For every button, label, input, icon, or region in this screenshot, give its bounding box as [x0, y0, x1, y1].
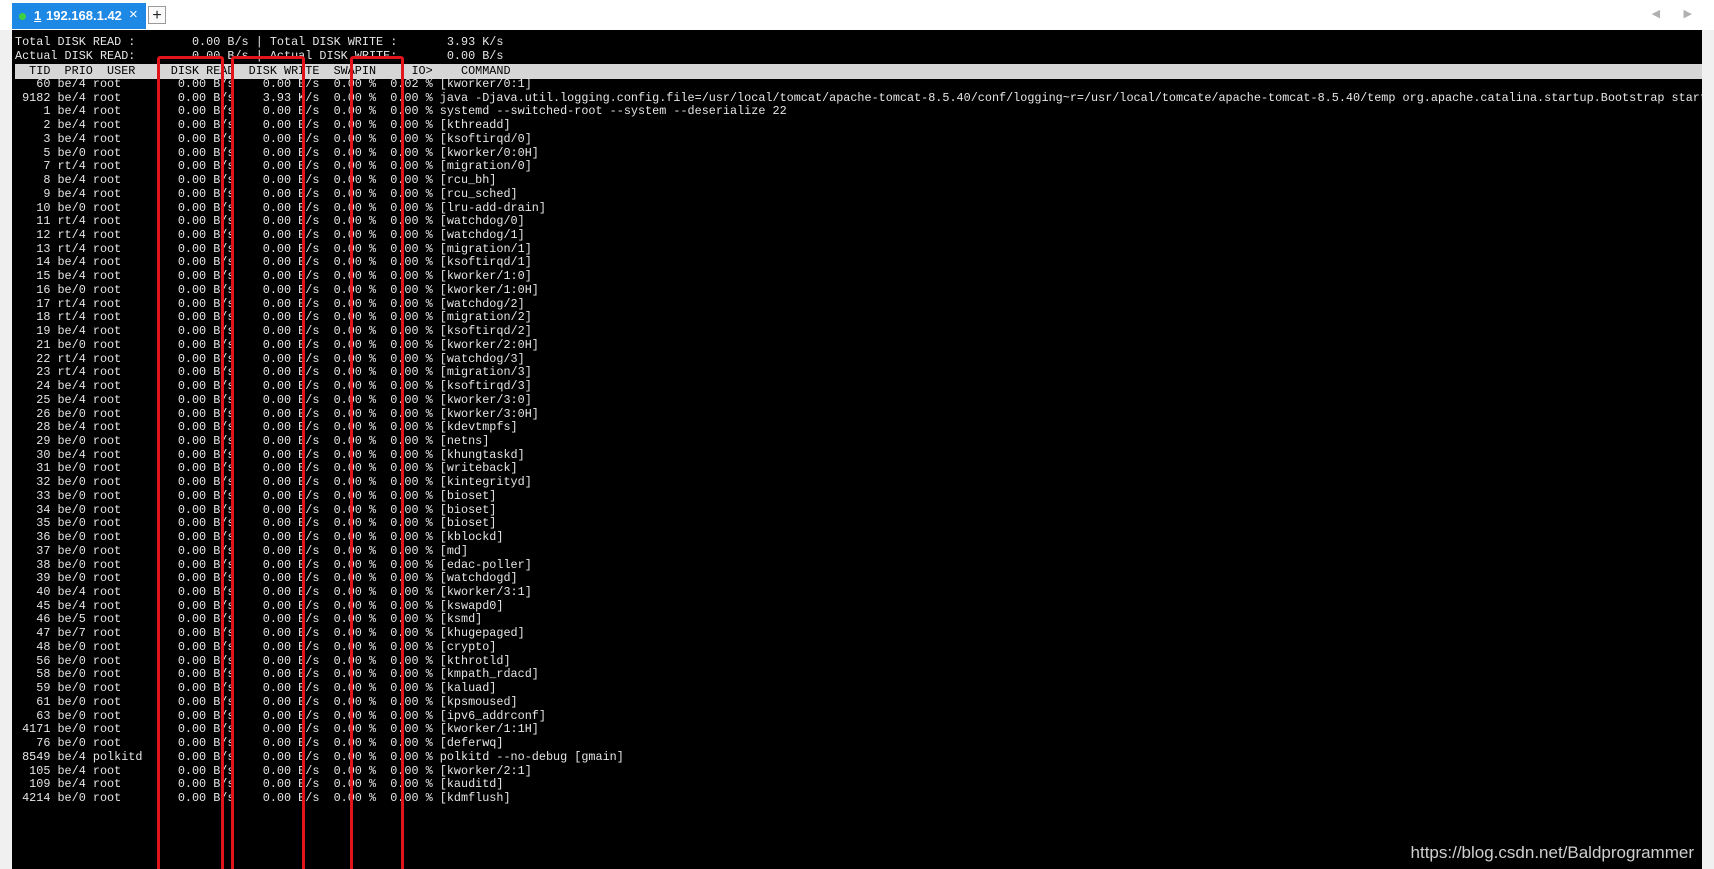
session-tab-title: 192.168.1.42	[46, 8, 122, 23]
session-tab-number: 1	[34, 8, 42, 23]
new-tab-button[interactable]: +	[148, 6, 166, 24]
disk-write-highlight-box	[231, 56, 305, 869]
total-disk-summary: Total DISK READ : 0.00 B/s | Total DISK …	[15, 35, 504, 49]
connected-status-icon	[19, 13, 26, 20]
session-tab[interactable]: 1 192.168.1.42 ×	[12, 3, 146, 29]
watermark: https://blog.csdn.net/Baldprogrammer	[1410, 843, 1694, 862]
right-scrollbar[interactable]	[1702, 30, 1714, 869]
io-highlight-box	[350, 56, 404, 869]
disk-read-highlight-box	[157, 56, 224, 869]
tab-bar: 1 192.168.1.42 × + ◀ ▶	[0, 0, 1714, 31]
close-tab-icon[interactable]: ×	[129, 6, 138, 23]
terminal-window[interactable]: Total DISK READ : 0.00 B/s | Total DISK …	[12, 30, 1702, 869]
tab-scroll-arrows-icon[interactable]: ◀ ▶	[1652, 7, 1702, 20]
left-margin	[0, 30, 12, 869]
